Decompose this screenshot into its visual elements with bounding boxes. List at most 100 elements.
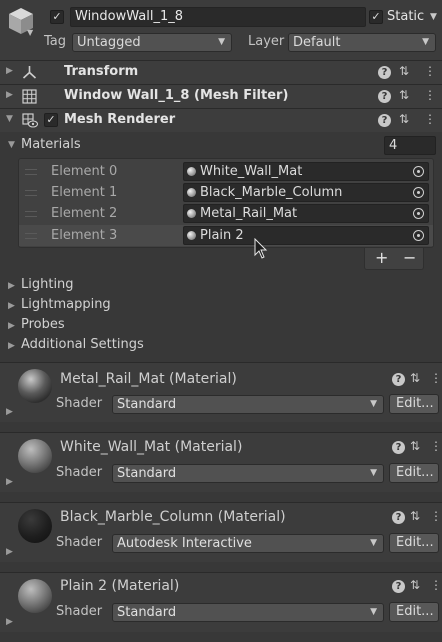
material-object-field[interactable]: Metal_Rail_Mat — [183, 204, 429, 223]
materials-size-field[interactable]: 4 — [384, 136, 436, 155]
list-item[interactable]: Element 2 Metal_Rail_Mat — [19, 203, 433, 224]
more-options-icon[interactable]: ⋮ — [424, 88, 436, 102]
static-checkbox[interactable]: ✓ — [369, 10, 383, 24]
section-additional-settings[interactable]: Additional Settings — [21, 336, 144, 354]
presets-icon[interactable]: ⇅ — [410, 439, 420, 453]
help-icon[interactable]: ? — [378, 90, 391, 103]
shader-label: Shader — [56, 604, 103, 619]
object-picker-icon[interactable] — [413, 208, 424, 219]
list-item[interactable]: Element 0 White_Wall_Mat — [19, 161, 433, 182]
shader-dropdown[interactable]: Standard ▼ — [112, 603, 384, 622]
materials-foldout-icon[interactable]: ▼ — [8, 140, 15, 150]
mesh-filter-component-header[interactable]: ▶ Window Wall_1_8 (Mesh Filter) ? ⇅ ⋮ — [0, 84, 442, 108]
shader-value: Standard — [117, 397, 177, 412]
foldout-arrow-icon[interactable]: ▶ — [8, 321, 15, 331]
chevron-down-icon: ▼ — [370, 468, 377, 478]
edit-shader-button[interactable]: Edit... — [389, 394, 439, 414]
static-dropdown-icon[interactable]: ▼ — [430, 12, 437, 22]
drag-handle-icon[interactable] — [25, 233, 37, 239]
mesh-renderer-component-header[interactable]: ▼ ✓ Mesh Renderer ? ⇅ ⋮ — [0, 108, 442, 132]
drag-handle-icon[interactable] — [25, 190, 37, 196]
presets-icon[interactable]: ⇅ — [399, 64, 409, 78]
edit-shader-button[interactable]: Edit... — [389, 463, 439, 483]
mesh-renderer-icon — [22, 113, 38, 128]
shader-label: Shader — [56, 535, 103, 550]
material-ball-icon — [187, 167, 196, 176]
shader-dropdown[interactable]: Autodesk Interactive ▼ — [112, 534, 384, 553]
more-options-icon[interactable]: ⋮ — [430, 371, 442, 385]
shader-dropdown[interactable]: Standard ▼ — [112, 395, 384, 414]
foldout-arrow-icon[interactable]: ▶ — [6, 617, 13, 627]
layer-dropdown[interactable]: Default ▼ — [288, 33, 436, 52]
chevron-down-icon: ▼ — [370, 538, 377, 548]
material-name: Black_Marble_Column — [200, 185, 343, 200]
shader-value: Standard — [117, 466, 177, 481]
presets-icon[interactable]: ⇅ — [410, 578, 420, 592]
more-options-icon[interactable]: ⋮ — [430, 509, 442, 523]
chevron-down-icon: ▼ — [370, 607, 377, 617]
chevron-down-icon: ▼ — [422, 37, 429, 47]
material-preview-sphere — [18, 509, 52, 543]
help-icon[interactable]: ? — [392, 511, 405, 524]
object-picker-icon[interactable] — [413, 187, 424, 198]
presets-icon[interactable]: ⇅ — [399, 112, 409, 126]
foldout-arrow-icon[interactable]: ▶ — [6, 66, 13, 76]
section-lighting[interactable]: Lighting — [21, 276, 74, 294]
transform-component-header[interactable]: ▶ Transform ? ⇅ ⋮ — [0, 60, 442, 84]
object-picker-icon[interactable] — [413, 230, 424, 241]
help-icon[interactable]: ? — [392, 441, 405, 454]
more-options-icon[interactable]: ⋮ — [430, 578, 442, 592]
drag-handle-icon[interactable] — [25, 211, 37, 217]
mouse-cursor-icon — [254, 238, 268, 259]
help-icon[interactable]: ? — [378, 66, 391, 79]
help-icon[interactable]: ? — [392, 580, 405, 593]
element-label: Element 0 — [51, 164, 118, 179]
material-object-field[interactable]: White_Wall_Mat — [183, 162, 429, 181]
presets-icon[interactable]: ⇅ — [410, 371, 420, 385]
remove-element-button[interactable]: − — [403, 249, 416, 267]
foldout-arrow-icon[interactable]: ▶ — [6, 407, 13, 417]
element-label: Element 3 — [51, 228, 118, 243]
mesh-renderer-enabled-checkbox[interactable]: ✓ — [44, 113, 58, 127]
layer-label: Layer — [248, 34, 285, 49]
presets-icon[interactable]: ⇅ — [399, 88, 409, 102]
section-probes[interactable]: Probes — [21, 316, 65, 334]
foldout-arrow-icon[interactable]: ▶ — [8, 281, 15, 291]
inspector-header: ▼ ✓ WindowWall_1_8 ✓ Static ▼ Tag Untagg… — [0, 0, 442, 60]
material-preview-sphere — [18, 579, 52, 613]
object-name-field[interactable]: WindowWall_1_8 — [70, 7, 366, 27]
help-icon[interactable]: ? — [392, 373, 405, 386]
more-options-icon[interactable]: ⋮ — [430, 439, 442, 453]
edit-shader-button[interactable]: Edit... — [389, 602, 439, 622]
foldout-arrow-icon[interactable]: ▶ — [8, 341, 15, 351]
mesh-filter-title: Window Wall_1_8 (Mesh Filter) — [64, 88, 289, 103]
more-options-icon[interactable]: ⋮ — [424, 112, 436, 126]
edit-shader-button[interactable]: Edit... — [389, 533, 439, 553]
tag-dropdown[interactable]: Untagged ▼ — [72, 33, 232, 52]
material-preview-sphere — [18, 369, 52, 403]
material-title: Metal_Rail_Mat (Material) — [60, 371, 237, 387]
foldout-arrow-icon[interactable]: ▶ — [6, 477, 13, 487]
section-lightmapping[interactable]: Lightmapping — [21, 296, 111, 314]
material-inspector-white-wall: ▶ White_Wall_Mat (Material) ? ⇅ ⋮ Shader… — [0, 432, 442, 492]
object-picker-icon[interactable] — [413, 166, 424, 177]
foldout-arrow-icon[interactable]: ▶ — [8, 301, 15, 311]
drag-handle-icon[interactable] — [25, 169, 37, 175]
materials-label: Materials — [21, 137, 81, 152]
foldout-expanded-icon[interactable]: ▼ — [6, 114, 13, 124]
more-options-icon[interactable]: ⋮ — [424, 64, 436, 78]
active-checkbox[interactable]: ✓ — [50, 10, 64, 24]
add-element-button[interactable]: + — [375, 249, 388, 267]
transform-title: Transform — [64, 64, 139, 79]
material-object-field[interactable]: Black_Marble_Column — [183, 183, 429, 202]
material-object-field[interactable]: Plain 2 — [183, 226, 429, 245]
list-item-selected[interactable]: Element 3 Plain 2 — [19, 225, 433, 246]
foldout-arrow-icon[interactable]: ▶ — [6, 547, 13, 557]
list-item[interactable]: Element 1 Black_Marble_Column — [19, 182, 433, 203]
presets-icon[interactable]: ⇅ — [410, 509, 420, 523]
shader-dropdown[interactable]: Standard ▼ — [112, 464, 384, 483]
foldout-arrow-icon[interactable]: ▶ — [6, 90, 13, 100]
help-icon[interactable]: ? — [378, 114, 391, 127]
shader-label: Shader — [56, 396, 103, 411]
cube-dropdown-icon[interactable]: ▼ — [27, 28, 33, 37]
